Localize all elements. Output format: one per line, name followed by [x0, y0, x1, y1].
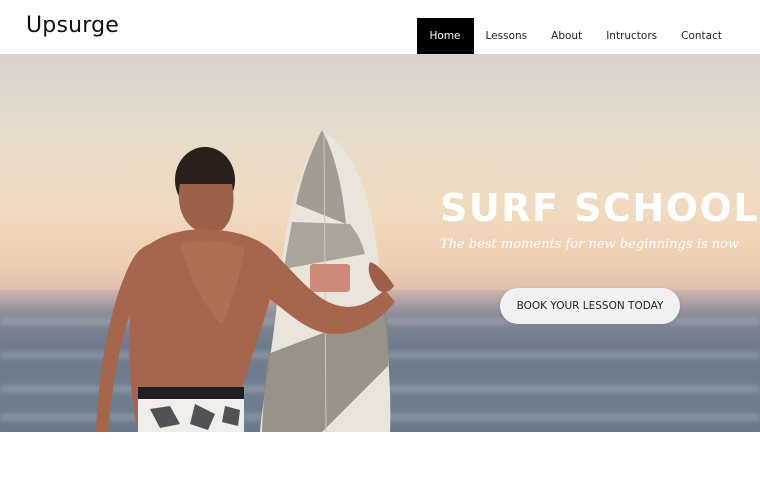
book-lesson-button[interactable]: BOOK YOUR LESSON TODAY	[500, 288, 680, 324]
hero-subtitle: The best moments for new beginnings is n…	[440, 237, 739, 252]
nav-contact[interactable]: Contact	[669, 18, 734, 54]
nav-about[interactable]: About	[539, 18, 594, 54]
site-header: Upsurge Home Lessons About Intructors Co…	[0, 0, 760, 54]
nav-instructors[interactable]: Intructors	[594, 18, 669, 54]
main-nav: Home Lessons About Intructors Contact	[416, 18, 735, 54]
nav-home[interactable]: Home	[416, 18, 474, 54]
hero-banner: SURF SCHOOL The best moments for new beg…	[0, 54, 760, 432]
hero-title: SURF SCHOOL	[440, 186, 760, 230]
nav-lessons[interactable]: Lessons	[474, 18, 540, 54]
site-logo[interactable]: Upsurge	[26, 13, 119, 38]
